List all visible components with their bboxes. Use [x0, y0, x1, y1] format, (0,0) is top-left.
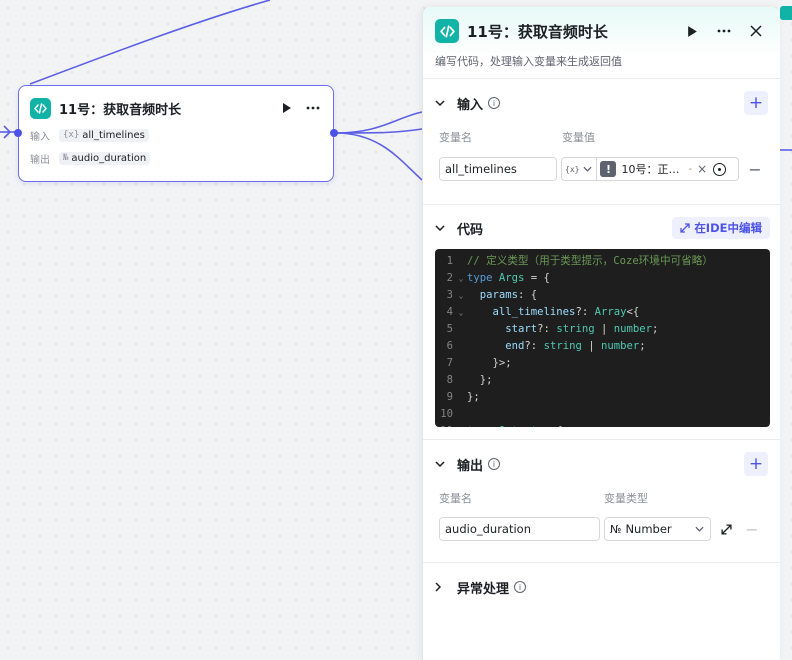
node-more-button[interactable] — [303, 98, 323, 118]
chevron-down-icon — [583, 166, 592, 172]
node-input-port[interactable] — [14, 129, 22, 137]
node-input-chip: {x} all_timelines — [59, 128, 149, 142]
chevron-down-icon — [435, 225, 445, 231]
output-type-value: Number — [625, 522, 672, 536]
output-section-title: 输出 — [457, 458, 484, 474]
output-type-select[interactable]: № Number — [604, 517, 711, 541]
panel-more-button[interactable] — [714, 21, 734, 41]
code-line: }; — [467, 391, 480, 403]
run-node-button[interactable] — [277, 98, 297, 118]
exception-section-title: 异常处理 — [457, 581, 510, 597]
col-var-name: 变量名 — [439, 131, 472, 144]
right-edge-strip — [780, 0, 792, 660]
code-line: type Args = { — [467, 272, 550, 284]
ref-value: 10号：正… — [621, 163, 680, 176]
edge-out-2 — [335, 128, 423, 134]
panel-description[interactable]: 编写代码，处理输入变量来生成返回值 — [435, 53, 768, 69]
output-var-name-field[interactable]: audio_duration — [439, 517, 600, 541]
variable-icon: {x} — [63, 130, 80, 140]
input-section: 输入 i + 变量名 变量值 all_timelines {x} ! 10号：正… — [423, 79, 780, 205]
expand-icon — [721, 523, 732, 535]
input-section-title: 输入 — [457, 97, 484, 113]
play-icon — [283, 103, 291, 113]
collapse-toggle[interactable] — [435, 461, 449, 467]
chevron-down-icon — [435, 100, 445, 106]
remove-output-button[interactable]: − — [743, 520, 761, 539]
collapse-toggle[interactable] — [435, 225, 449, 231]
col-var-value: 变量值 — [562, 131, 595, 144]
code-line: end?: string | number; — [505, 340, 646, 352]
col-var-type: 变量类型 — [604, 492, 648, 505]
info-icon[interactable]: i — [488, 97, 501, 109]
node-output-chip: № audio_duration — [59, 151, 151, 165]
code-line: all_timelines?: Array<{ — [492, 306, 640, 318]
node-config-panel: 11号：获取音频时长 编写代码，处理输入变量来生成返回值 输入 i + 变量名 … — [422, 7, 780, 660]
play-icon — [687, 25, 697, 37]
variable-type-icon: {x} — [565, 164, 580, 174]
code-line: params: { — [479, 289, 538, 301]
node-output-label: 输出 — [30, 154, 50, 166]
collapse-toggle[interactable] — [435, 100, 449, 106]
chevron-down-icon — [435, 461, 445, 467]
node-input-value: all_timelines — [82, 129, 145, 141]
number-type-icon: № — [610, 522, 622, 536]
info-icon[interactable]: i — [514, 581, 527, 593]
number-type-icon: № — [63, 153, 69, 163]
input-var-name-field[interactable]: all_timelines — [439, 157, 557, 181]
more-icon — [717, 29, 731, 33]
code-icon — [435, 19, 459, 43]
node-output-port[interactable] — [330, 129, 338, 137]
expand-icon — [680, 223, 690, 233]
col-var-name: 变量名 — [439, 492, 472, 505]
code-line: }>; — [467, 357, 512, 369]
panel-header: 11号：获取音频时长 编写代码，处理输入变量来生成返回值 — [423, 7, 780, 79]
input-var-value-field[interactable]: {x} ! 10号：正… - × — [561, 157, 739, 181]
code-editor[interactable]: 1// 定义类型（用于类型提示，Coze环境中可省略） 2 ⌄ type Args … — [435, 249, 770, 427]
panel-title[interactable]: 11号：获取音频时长 — [467, 21, 682, 42]
code-node-card[interactable]: 11号：获取音频时长 输入 {x} all_timelines 输出 № aud… — [14, 85, 338, 182]
ref-suffix: - — [688, 163, 693, 175]
add-output-button[interactable]: + — [744, 452, 768, 476]
exception-section: 异常处理 i — [423, 563, 780, 611]
code-section: 代码 在IDE中编辑 1// 定义类型（用于类型提示，Coze环境中可省略） 2… — [423, 207, 780, 440]
warning-icon: ! — [600, 161, 617, 177]
reference-target-icon[interactable] — [713, 162, 727, 176]
clear-ref-button[interactable]: × — [697, 162, 707, 176]
output-section: 输出 i + 变量名 变量类型 audio_duration № Number … — [423, 440, 780, 563]
close-icon — [750, 25, 762, 37]
code-icon — [30, 97, 51, 119]
code-line: type Output = { — [467, 423, 563, 427]
expand-output-button[interactable] — [721, 523, 735, 535]
code-line: // 定义类型（用于类型提示，Coze环境中可省略） — [467, 255, 713, 267]
expand-toggle[interactable] — [435, 582, 449, 592]
code-line: }; — [467, 374, 493, 386]
info-icon[interactable]: i — [488, 458, 501, 470]
edge-top — [29, 0, 271, 85]
node-output-value: audio_duration — [71, 152, 147, 164]
chevron-right-icon — [435, 582, 441, 592]
code-section-title: 代码 — [457, 222, 484, 238]
add-input-button[interactable]: + — [744, 91, 768, 115]
ide-button-label: 在IDE中编辑 — [694, 221, 762, 235]
edge-in-arrow — [3, 125, 12, 139]
node-title: 11号：获取音频时长 — [59, 102, 182, 118]
right-edge-badge — [780, 6, 792, 20]
code-line: start?: string | number; — [505, 323, 659, 335]
edge-out-1 — [335, 111, 423, 134]
node-input-label: 输入 — [30, 131, 50, 143]
remove-input-button[interactable]: − — [746, 160, 764, 179]
chevron-down-icon — [695, 526, 704, 532]
more-icon — [306, 106, 320, 110]
run-button[interactable] — [682, 21, 702, 41]
edge-out-3 — [335, 132, 423, 181]
close-panel-button[interactable] — [746, 21, 766, 41]
edit-in-ide-button[interactable]: 在IDE中编辑 — [672, 217, 770, 239]
